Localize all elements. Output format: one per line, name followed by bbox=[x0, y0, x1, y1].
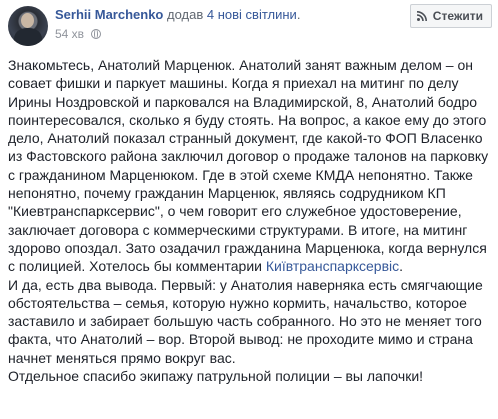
author-avatar[interactable] bbox=[8, 6, 48, 46]
post-body: Знакомьтесь, Анатолий Марценюк. Анатолий… bbox=[8, 56, 494, 385]
paragraph-2-text: И да, есть два вывода. Первый: у Анатоли… bbox=[8, 276, 483, 366]
globe-icon[interactable] bbox=[91, 29, 102, 39]
rss-icon bbox=[416, 11, 427, 21]
post-header-line: Serhii Marchenko додав 4 нові світлини. bbox=[55, 6, 300, 24]
author-name[interactable]: Serhii Marchenko bbox=[55, 7, 163, 22]
paragraph-1-tail: . bbox=[399, 258, 404, 275]
post-paragraph-2: И да, есть два вывода. Первый: у Анатоли… bbox=[8, 276, 494, 367]
follow-button[interactable]: Стежити bbox=[409, 4, 492, 28]
post-meta: 54 хв bbox=[55, 26, 102, 42]
kyivtransparkservis-link[interactable]: Київтранспарксервіс bbox=[266, 258, 399, 274]
paragraph-3-text: Отдельное спасибо экипажу патрульной пол… bbox=[8, 368, 424, 385]
avatar-face bbox=[21, 13, 34, 28]
post-header: Serhii Marchenko додав 4 нові світлини. … bbox=[8, 4, 492, 46]
facebook-post: Serhii Marchenko додав 4 нові світлини. … bbox=[0, 0, 498, 419]
post-timestamp[interactable]: 54 хв bbox=[55, 27, 84, 41]
post-action-suffix: . bbox=[296, 7, 301, 22]
post-paragraph-3: Отдельное спасибо экипажу патрульной пол… bbox=[8, 367, 494, 385]
photos-link[interactable]: 4 нові світлини bbox=[207, 7, 297, 22]
avatar-body bbox=[14, 28, 42, 46]
paragraph-1-text: Знакомьтесь, Анатолий Марценюк. Анатолий… bbox=[8, 57, 489, 275]
post-action-text: додав bbox=[167, 7, 204, 22]
post-paragraph-1: Знакомьтесь, Анатолий Марценюк. Анатолий… bbox=[8, 56, 494, 276]
follow-label: Стежити bbox=[432, 9, 483, 23]
